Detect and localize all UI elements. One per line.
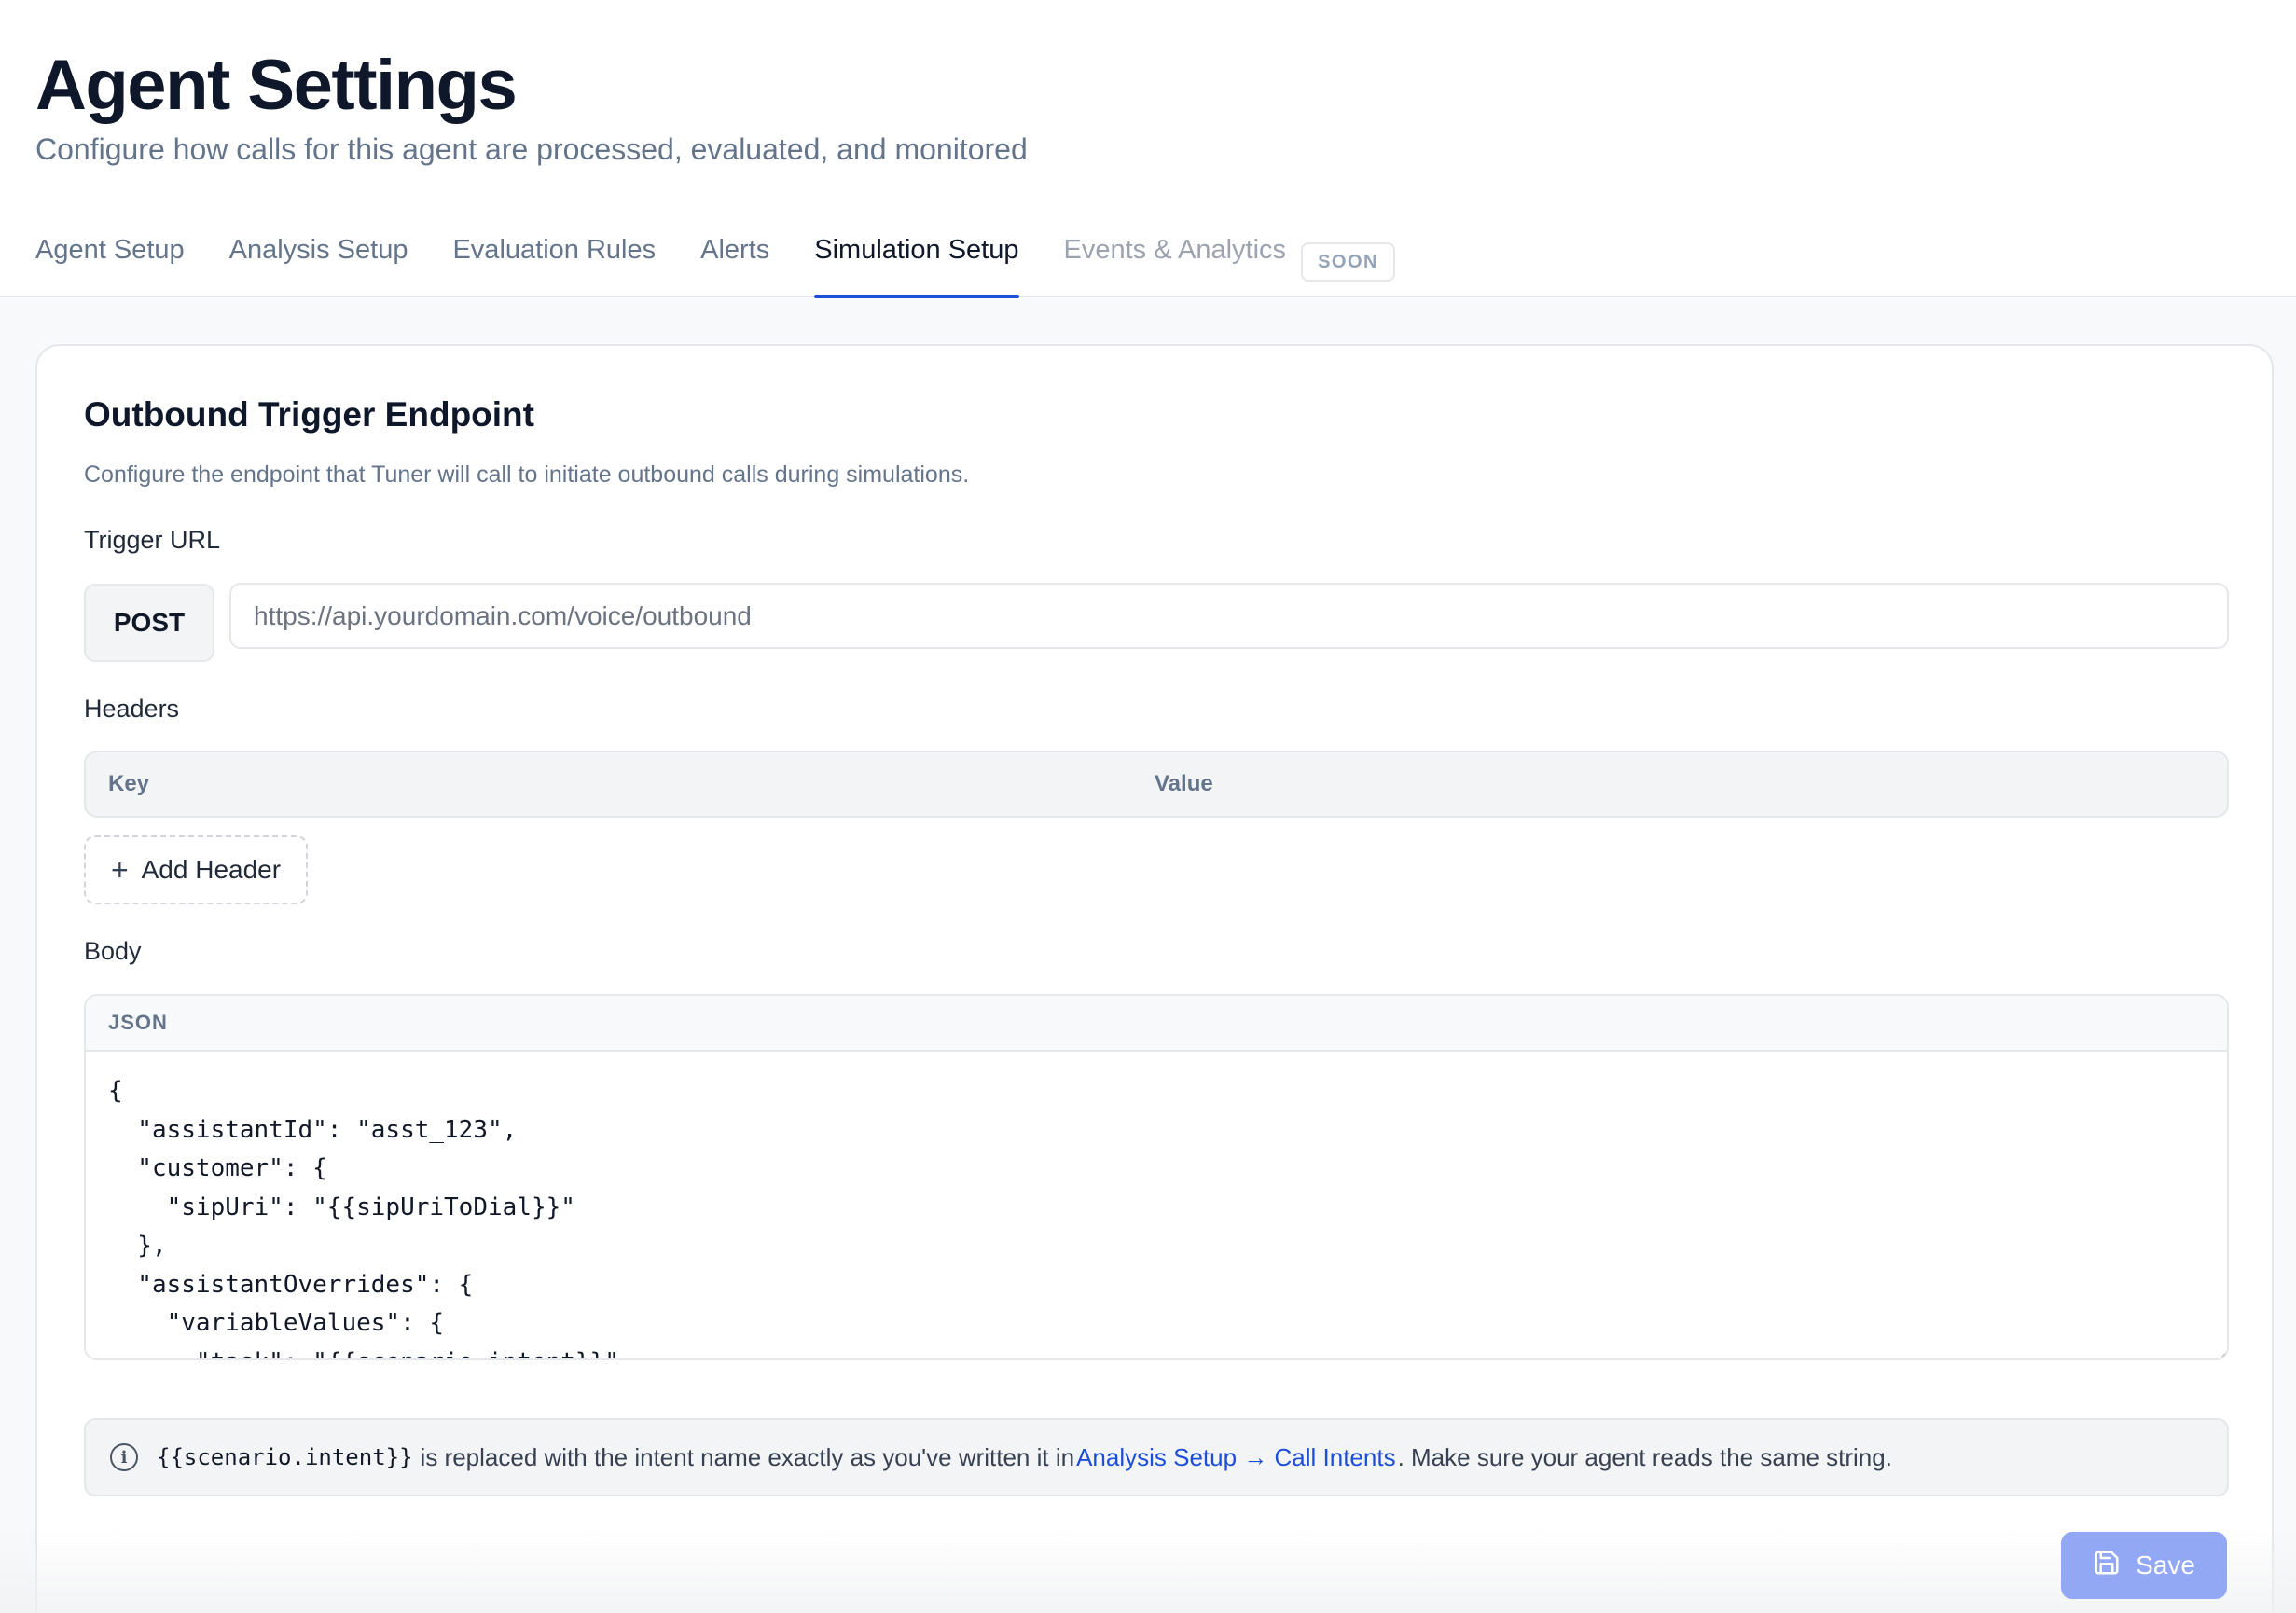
tab-analysis-setup[interactable]: Analysis Setup	[229, 231, 408, 298]
save-label: Save	[2136, 1551, 2195, 1579]
call-intents-link[interactable]: Analysis Setup → Call Intents	[1076, 1443, 1396, 1472]
http-method-badge: POST	[84, 584, 214, 662]
save-button[interactable]: Save	[2061, 1532, 2227, 1599]
outbound-trigger-card: Outbound Trigger Endpoint Configure the …	[35, 344, 2274, 1613]
trigger-url-input[interactable]	[229, 583, 2229, 649]
headers-label: Headers	[84, 695, 180, 723]
tab-alerts[interactable]: Alerts	[700, 231, 769, 298]
info-icon: i	[110, 1443, 138, 1471]
headers-table-header: Key Value	[84, 751, 2229, 818]
tab-evaluation-rules[interactable]: Evaluation Rules	[452, 231, 656, 298]
json-format-label: JSON	[86, 996, 2227, 1052]
body-label: Body	[84, 937, 142, 965]
headers-key-column: Key	[108, 771, 150, 796]
page-title: Agent Settings	[35, 46, 518, 125]
info-callout: i {{scenario.intent}} is replaced with t…	[84, 1418, 2229, 1496]
json-body-editor: JSON { "assistantId": "asst_123", "custo…	[84, 994, 2229, 1360]
tab-agent-setup[interactable]: Agent Setup	[35, 231, 185, 298]
settings-tabs: Agent Setup Analysis Setup Evaluation Ru…	[35, 231, 1395, 298]
trigger-url-label: Trigger URL	[84, 526, 221, 554]
section-title: Outbound Trigger Endpoint	[84, 395, 534, 434]
json-body-textarea[interactable]: { "assistantId": "asst_123", "customer":…	[86, 1052, 2227, 1358]
info-code: {{scenario.intent}}	[157, 1444, 413, 1470]
save-icon	[2093, 1549, 2121, 1583]
soon-badge: SOON	[1301, 242, 1395, 282]
section-description: Configure the endpoint that Tuner will c…	[84, 462, 970, 488]
tab-simulation-setup[interactable]: Simulation Setup	[814, 231, 1019, 298]
page-header: Agent Settings Configure how calls for t…	[0, 0, 2296, 298]
add-header-label: Add Header	[141, 855, 282, 884]
add-header-button[interactable]: + Add Header	[84, 835, 308, 904]
page-subtitle: Configure how calls for this agent are p…	[35, 132, 1028, 166]
headers-value-column: Value	[1155, 771, 1213, 796]
tab-events-analytics: Events & Analytics	[1063, 235, 1287, 265]
info-text: is replaced with the intent name exactly…	[420, 1442, 1075, 1471]
info-text-after: . Make sure your agent reads the same st…	[1397, 1442, 1892, 1471]
plus-icon: +	[110, 853, 129, 887]
